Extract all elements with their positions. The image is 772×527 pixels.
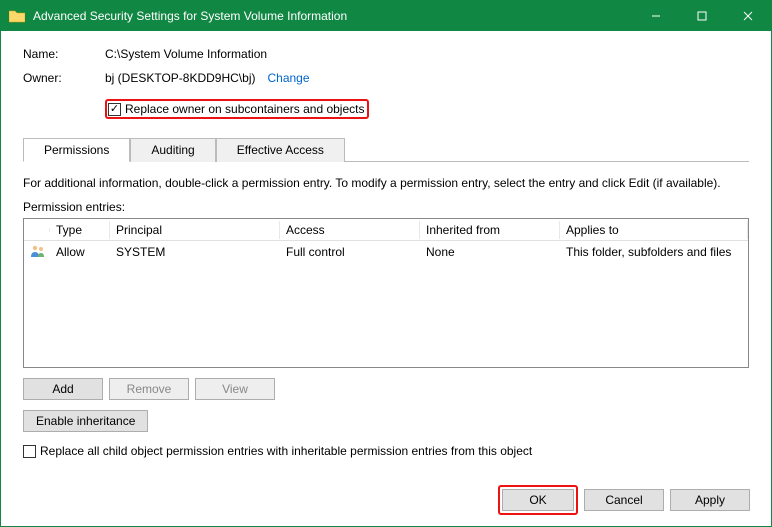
owner-value: bj (DESKTOP-8KDD9HC\bj)	[105, 71, 255, 85]
maximize-button[interactable]	[679, 1, 725, 31]
replace-owner-label: Replace owner on subcontainers and objec…	[125, 102, 364, 116]
window-title: Advanced Security Settings for System Vo…	[33, 9, 633, 23]
col-principal[interactable]: Principal	[110, 221, 280, 239]
tabs: Permissions Auditing Effective Access	[23, 137, 749, 162]
replace-all-label: Replace all child object permission entr…	[40, 444, 532, 458]
enable-inheritance-button[interactable]: Enable inheritance	[23, 410, 148, 432]
folder-icon	[9, 9, 25, 23]
add-button[interactable]: Add	[23, 378, 103, 400]
cell-applies: This folder, subfolders and files	[560, 243, 748, 261]
cell-principal: SYSTEM	[110, 243, 280, 261]
view-button[interactable]: View	[195, 378, 275, 400]
cell-access: Full control	[280, 243, 420, 261]
entries-label: Permission entries:	[23, 200, 749, 214]
tab-permissions[interactable]: Permissions	[23, 138, 130, 162]
people-icon	[30, 244, 46, 258]
name-label: Name:	[23, 47, 105, 61]
permission-entries-table[interactable]: Type Principal Access Inherited from App…	[23, 218, 749, 368]
col-applies[interactable]: Applies to	[560, 221, 748, 239]
info-text: For additional information, double-click…	[23, 176, 749, 190]
ok-button[interactable]: OK	[502, 489, 574, 511]
cancel-button[interactable]: Cancel	[584, 489, 664, 511]
titlebar: Advanced Security Settings for System Vo…	[1, 1, 771, 31]
minimize-button[interactable]	[633, 1, 679, 31]
tab-auditing[interactable]: Auditing	[130, 138, 215, 162]
apply-button[interactable]: Apply	[670, 489, 750, 511]
dialog-footer: OK Cancel Apply	[498, 485, 750, 515]
col-access[interactable]: Access	[280, 221, 420, 239]
cell-inherited: None	[420, 243, 560, 261]
owner-label: Owner:	[23, 71, 105, 85]
replace-all-checkbox[interactable]	[23, 445, 36, 458]
name-value: C:\System Volume Information	[105, 47, 267, 61]
replace-owner-checkbox[interactable]	[108, 103, 121, 116]
table-header: Type Principal Access Inherited from App…	[24, 219, 748, 241]
close-button[interactable]	[725, 1, 771, 31]
table-row[interactable]: Allow SYSTEM Full control None This fold…	[24, 241, 748, 263]
remove-button[interactable]: Remove	[109, 378, 189, 400]
tab-effective-access[interactable]: Effective Access	[216, 138, 345, 162]
col-inherited[interactable]: Inherited from	[420, 221, 560, 239]
ok-highlight: OK	[498, 485, 578, 515]
cell-type: Allow	[50, 243, 110, 261]
col-type[interactable]: Type	[50, 221, 110, 239]
change-owner-link[interactable]: Change	[267, 71, 309, 85]
replace-owner-highlight: Replace owner on subcontainers and objec…	[105, 99, 369, 119]
